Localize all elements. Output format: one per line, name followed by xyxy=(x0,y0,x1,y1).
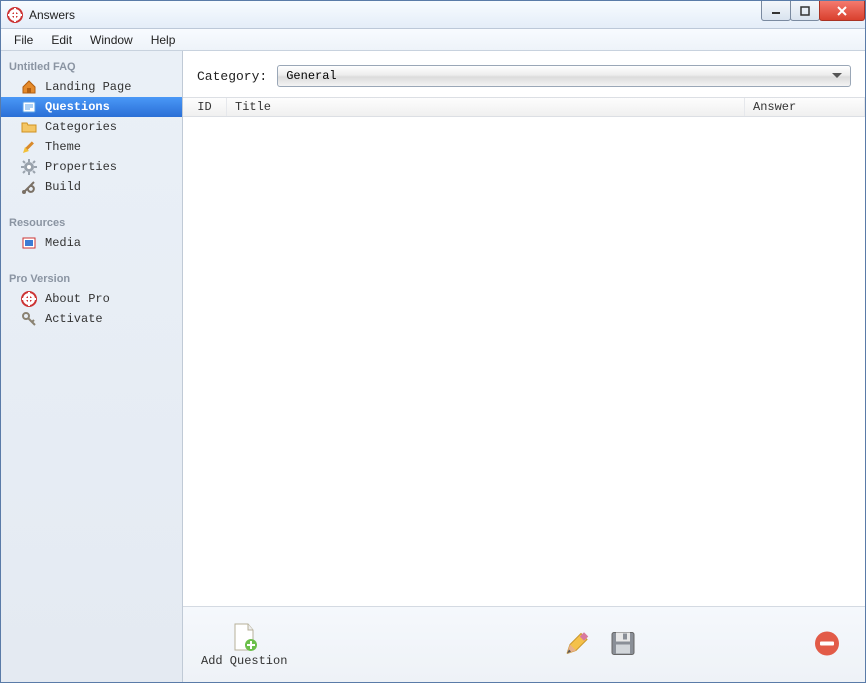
sidebar-group-pro: Pro Version xyxy=(1,267,182,289)
sidebar-group-resources: Resources xyxy=(1,211,182,233)
media-icon xyxy=(21,235,37,251)
sidebar-item-label: Properties xyxy=(45,160,117,174)
menu-window[interactable]: Window xyxy=(81,29,142,50)
sidebar-item-about-pro[interactable]: About Pro xyxy=(1,289,182,309)
sidebar-item-media[interactable]: Media xyxy=(1,233,182,253)
minimize-button[interactable] xyxy=(761,1,791,21)
sidebar-item-theme[interactable]: Theme xyxy=(1,137,182,157)
sidebar-item-activate[interactable]: Activate xyxy=(1,309,182,329)
sidebar-item-label: Categories xyxy=(45,120,117,134)
sidebar-item-questions[interactable]: Questions xyxy=(1,97,182,117)
save-floppy-icon[interactable] xyxy=(609,629,637,660)
chevron-down-icon xyxy=(832,69,842,83)
window-buttons xyxy=(762,1,865,21)
questions-icon xyxy=(21,99,37,115)
column-id[interactable]: ID xyxy=(183,98,227,116)
add-question-label: Add Question xyxy=(201,654,287,668)
add-document-icon xyxy=(230,622,258,652)
bottom-toolbar: Add Question xyxy=(183,606,865,682)
center-tools xyxy=(563,629,637,660)
sidebar-item-label: Activate xyxy=(45,312,103,326)
right-tools xyxy=(813,629,841,660)
home-icon xyxy=(21,79,37,95)
menu-help[interactable]: Help xyxy=(142,29,185,50)
pencil-ruler-icon xyxy=(21,139,37,155)
close-button[interactable] xyxy=(819,1,865,21)
category-select[interactable]: General xyxy=(277,65,851,87)
key-icon xyxy=(21,311,37,327)
sidebar-item-label: About Pro xyxy=(45,292,110,306)
table-header: ID Title Answer xyxy=(183,97,865,117)
folder-icon xyxy=(21,119,37,135)
column-answer[interactable]: Answer xyxy=(745,98,865,116)
edit-pencil-icon[interactable] xyxy=(563,629,591,660)
sidebar-item-categories[interactable]: Categories xyxy=(1,117,182,137)
sidebar-item-label: Build xyxy=(45,180,81,194)
window-title: Answers xyxy=(29,8,75,22)
add-question-button[interactable]: Add Question xyxy=(201,622,287,668)
titlebar: Answers xyxy=(1,1,865,29)
wrench-icon xyxy=(21,179,37,195)
sidebar-item-label: Landing Page xyxy=(45,80,131,94)
sidebar-item-build[interactable]: Build xyxy=(1,177,182,197)
sidebar: Untitled FAQ Landing Page Questions Cate… xyxy=(1,51,183,682)
app-icon xyxy=(7,7,23,23)
menu-file[interactable]: File xyxy=(5,29,42,50)
menubar: File Edit Window Help xyxy=(1,29,865,51)
main-panel: Category: General ID Title Answer Add Qu… xyxy=(183,51,865,682)
lifebuoy-icon xyxy=(21,291,37,307)
menu-edit[interactable]: Edit xyxy=(42,29,81,50)
column-title[interactable]: Title xyxy=(227,98,745,116)
maximize-button[interactable] xyxy=(790,1,820,21)
category-value: General xyxy=(286,69,336,83)
sidebar-item-label: Media xyxy=(45,236,81,250)
sidebar-item-label: Questions xyxy=(45,100,110,114)
gear-icon xyxy=(21,159,37,175)
delete-minus-icon[interactable] xyxy=(813,629,841,660)
sidebar-item-label: Theme xyxy=(45,140,81,154)
category-bar: Category: General xyxy=(183,51,865,97)
sidebar-group-faq: Untitled FAQ xyxy=(1,55,182,77)
category-label: Category: xyxy=(197,69,267,84)
body: Untitled FAQ Landing Page Questions Cate… xyxy=(1,51,865,682)
sidebar-item-properties[interactable]: Properties xyxy=(1,157,182,177)
sidebar-item-landing-page[interactable]: Landing Page xyxy=(1,77,182,97)
table-body xyxy=(183,117,865,606)
app-window: Answers File Edit Window Help Untitled F… xyxy=(0,0,866,683)
